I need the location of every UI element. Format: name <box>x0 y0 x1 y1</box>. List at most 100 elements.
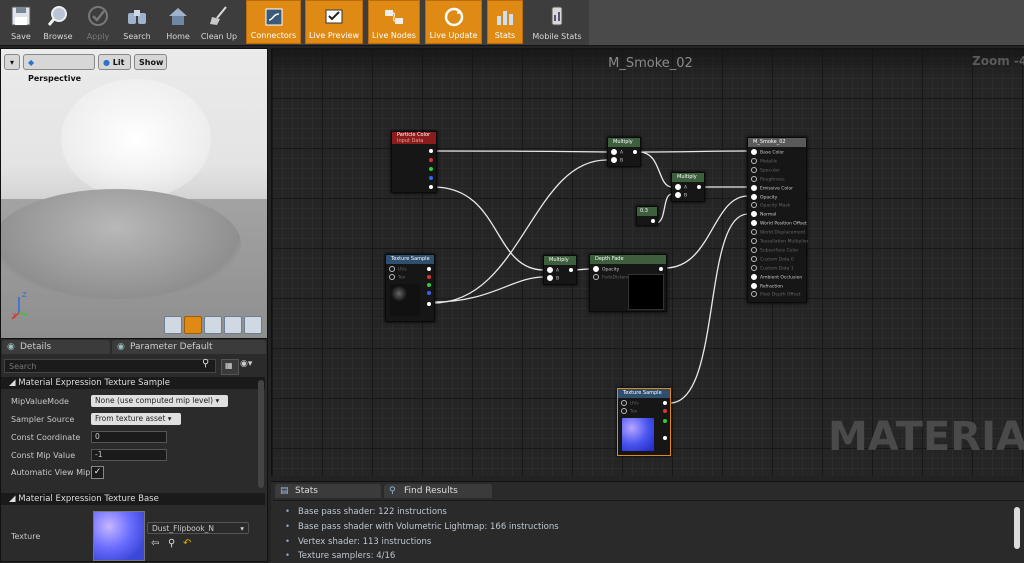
lit-button[interactable]: ● Lit <box>98 54 131 70</box>
node-multiply-1[interactable]: Multiply A B <box>607 137 641 167</box>
visibility-options-button[interactable]: ◉▾ <box>240 359 262 373</box>
result-pin[interactable]: Roughness <box>751 175 785 182</box>
preview-plane-button[interactable] <box>204 316 222 334</box>
output-pin-a[interactable] <box>429 185 433 189</box>
node-multiply-2[interactable]: Multiply A B <box>671 172 705 202</box>
result-pin-label: Subsurface Color <box>760 248 799 254</box>
material-graph-canvas[interactable]: M_Smoke_02 Zoom -4 MATERIAL Particle Col… <box>271 48 1024 476</box>
live-preview-button[interactable]: Live Preview <box>305 0 363 44</box>
const-coordinate-field[interactable]: 0 <box>91 431 167 443</box>
eye-icon: ◉▾ <box>240 359 253 369</box>
tab-parameter-default[interactable]: ◉ Parameter Default <box>112 340 266 354</box>
preview-cube-button[interactable] <box>224 316 242 334</box>
preview-mesh-button[interactable] <box>244 316 262 334</box>
output-pin[interactable] <box>569 268 573 272</box>
result-pin-label: World Position Offset <box>760 221 807 227</box>
result-pin[interactable]: Specular <box>751 166 780 173</box>
result-pin[interactable]: World Position Offset <box>751 220 807 227</box>
perspective-button[interactable]: ◆ Perspective <box>23 54 95 83</box>
node-material-result[interactable]: M_Smoke_02 Base Color Metallic Specular Rou… <box>747 137 809 303</box>
live-nodes-button[interactable]: Live Nodes <box>368 0 420 44</box>
stats-button[interactable]: Stats <box>487 0 523 44</box>
result-pin[interactable]: Subsurface Color <box>751 246 799 254</box>
result-pin[interactable]: Refraction <box>751 282 783 289</box>
collapse-arrow-icon: ◢ <box>9 378 19 388</box>
save-button[interactable]: Save <box>0 0 42 44</box>
node-texture-sample-2[interactable]: Texture Sample UVs Tex <box>617 388 671 456</box>
node-multiply-3[interactable]: Multiply A B <box>543 255 577 285</box>
output-pin-a[interactable] <box>427 302 431 306</box>
result-pin[interactable]: Normal <box>751 211 776 218</box>
result-pin[interactable]: Metallic <box>751 157 777 164</box>
result-pin-label: Normal <box>760 212 777 218</box>
mobile-stats-button[interactable]: Mobile Stats <box>528 0 586 44</box>
reset-icon[interactable]: ↶ <box>183 538 191 549</box>
section-texture-base[interactable]: ◢ Material Expression Texture Base <box>1 493 265 505</box>
node-particle-color[interactable]: Particle Color Input Data <box>391 131 437 193</box>
node-depth-fade[interactable]: Depth Fade Opacity FadeDistance <box>589 254 667 312</box>
apply-button[interactable]: Apply <box>77 0 119 44</box>
output-pin-rgb[interactable] <box>663 401 667 405</box>
const-mip-value-field[interactable]: -1 <box>91 449 167 461</box>
browse-button[interactable]: Browse <box>37 0 79 44</box>
search-icon: ⚲ <box>202 358 210 369</box>
output-pin-g[interactable] <box>663 419 667 423</box>
mip-value-mode-dropdown[interactable]: None (use computed mip level) ▾ <box>91 395 228 407</box>
home-button[interactable]: Home <box>157 0 199 44</box>
grid-view-button[interactable]: ▦ <box>221 359 239 375</box>
output-pin[interactable] <box>651 219 655 223</box>
preview-sphere-button[interactable] <box>184 316 202 334</box>
result-pin[interactable]: World Displacement <box>751 229 805 236</box>
output-pin-r[interactable] <box>663 409 667 413</box>
preview-cylinder-button[interactable] <box>164 316 182 334</box>
tab-find-results[interactable]: ⚲ Find Results <box>384 484 492 498</box>
node-texture-sample-1[interactable]: Texture Sample UVs Tex <box>385 254 435 322</box>
output-pin[interactable] <box>659 267 663 271</box>
stats-line: Vertex shader: 113 instructions <box>285 537 431 547</box>
details-scrollbar[interactable] <box>258 380 264 488</box>
connectors-button[interactable]: Connectors <box>246 0 301 44</box>
result-pin[interactable]: Ambient Occlusion <box>751 273 802 280</box>
details-search-input[interactable] <box>4 359 216 373</box>
automatic-view-mip-checkbox[interactable]: ✓ <box>91 466 104 479</box>
section-texture-sample[interactable]: ◢ Material Expression Texture Sample <box>1 377 265 389</box>
floppy-disk-icon <box>11 6 31 26</box>
show-button[interactable]: Show <box>134 54 167 70</box>
mip-value-mode-label: MipValueMode <box>11 397 69 406</box>
output-pin-r[interactable] <box>429 158 433 162</box>
result-pin[interactable]: Pixel Depth Offset <box>751 291 801 298</box>
output-pin[interactable] <box>697 185 701 189</box>
texture-asset-dropdown[interactable]: Dust_Flipbook_N ▾ <box>147 522 249 534</box>
output-pin-g[interactable] <box>427 283 431 287</box>
viewport-options-dropdown[interactable]: ▾ <box>4 54 20 70</box>
clean-up-button[interactable]: Clean Up <box>198 0 240 44</box>
result-pin[interactable]: Opacity Mask <box>751 202 790 209</box>
use-selected-asset-icon[interactable]: ⇦ <box>151 538 159 549</box>
output-pin-b[interactable] <box>427 291 431 295</box>
result-pin[interactable]: Opacity <box>751 193 777 200</box>
magnifier-icon <box>47 6 67 26</box>
result-pin[interactable]: Tessellation Multiplier <box>751 238 809 245</box>
output-pin-b[interactable] <box>429 176 433 180</box>
browse-asset-icon[interactable]: ⚲ <box>168 538 175 549</box>
output-pin[interactable] <box>633 150 637 154</box>
tab-stats[interactable]: ▤ Stats <box>275 484 381 498</box>
search-button[interactable]: Search <box>116 0 158 44</box>
preview-viewport[interactable]: ▾ ◆ Perspective ● Lit Show Z X <box>0 48 268 340</box>
node-constant[interactable]: 0.3 <box>636 206 658 226</box>
output-pin-r[interactable] <box>427 275 431 279</box>
sampler-source-dropdown[interactable]: From texture asset ▾ <box>91 413 181 425</box>
result-pin[interactable]: Custom Data 0 <box>751 255 794 263</box>
output-pin-a[interactable] <box>663 436 667 440</box>
live-update-button[interactable]: Live Update <box>425 0 482 44</box>
stats-scrollbar[interactable] <box>1014 507 1020 549</box>
result-pin[interactable]: Base Color <box>751 149 784 156</box>
output-pin-rgb[interactable] <box>427 267 431 271</box>
result-pin[interactable]: Custom Data 1 <box>751 264 794 271</box>
result-pin-label: Custom Data 0 <box>760 257 794 263</box>
output-pin-g[interactable] <box>429 167 433 171</box>
texture-thumbnail[interactable] <box>93 511 145 561</box>
result-pin[interactable]: Emissive Color <box>751 184 793 191</box>
output-pin-rgb[interactable] <box>429 149 433 153</box>
tab-details[interactable]: ◉ Details <box>2 340 110 354</box>
